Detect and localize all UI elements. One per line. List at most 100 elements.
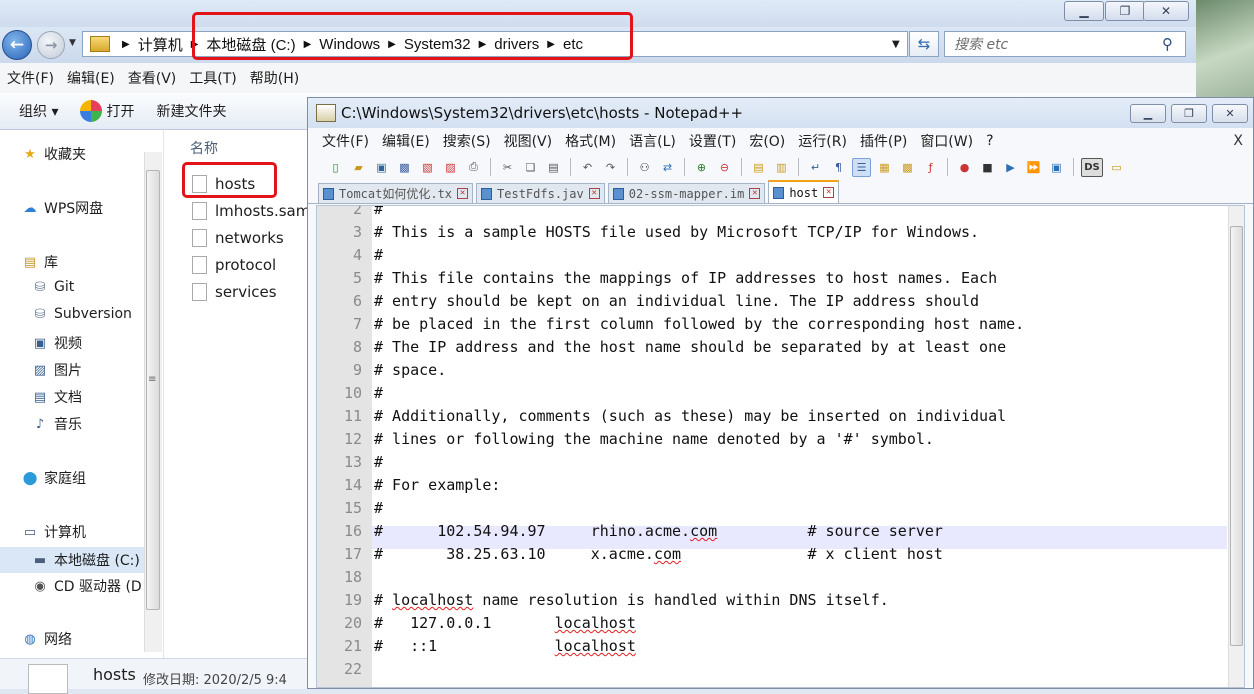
sidebar-item-cd-drive[interactable]: ◉ CD 驱动器 (D xyxy=(31,576,141,596)
tab-close-icon[interactable]: ✕ xyxy=(457,188,469,199)
sidebar-item-network[interactable]: ◍ 网络 xyxy=(21,629,72,649)
close-file-icon[interactable]: ▧ xyxy=(418,158,437,177)
word-wrap-icon[interactable]: ↵ xyxy=(806,158,825,177)
code-line[interactable]: # xyxy=(374,499,383,517)
plugin-icon[interactable]: ▭ xyxy=(1107,158,1126,177)
zoom-out-icon[interactable]: ⊖ xyxy=(715,158,734,177)
sync-horizontal-icon[interactable]: ▥ xyxy=(772,158,791,177)
sync-vertical-icon[interactable]: ▤ xyxy=(749,158,768,177)
undo-icon[interactable]: ↶ xyxy=(578,158,597,177)
menu-view[interactable]: 查看(V) xyxy=(128,68,177,88)
np-menu-format[interactable]: 格式(M) xyxy=(565,131,616,151)
function-list-icon[interactable]: ƒ xyxy=(921,158,940,177)
code-line[interactable]: # xyxy=(374,453,383,471)
code-line[interactable]: # space. xyxy=(374,361,446,379)
code-line[interactable]: # This is a sample HOSTS file used by Mi… xyxy=(374,223,979,241)
np-menu-plugins[interactable]: 插件(P) xyxy=(860,131,907,151)
code-line[interactable]: # lines or following the machine name de… xyxy=(374,430,934,448)
np-menu-file[interactable]: 文件(F) xyxy=(322,131,369,151)
sidebar-item-favorites[interactable]: ★ 收藏夹 xyxy=(21,144,86,164)
zoom-in-icon[interactable]: ⊕ xyxy=(692,158,711,177)
save-icon[interactable]: ▣ xyxy=(372,158,391,177)
stop-macro-icon[interactable]: ■ xyxy=(978,158,997,177)
code-line[interactable]: # For example: xyxy=(374,476,500,494)
menu-edit[interactable]: 编辑(E) xyxy=(67,68,115,88)
code-line[interactable]: # 38.25.63.10 x.acme.com # x client host xyxy=(374,545,943,563)
code-line[interactable]: # xyxy=(374,384,383,402)
code-line[interactable]: # entry should be kept on an individual … xyxy=(374,292,979,310)
np-close-button[interactable]: ✕ xyxy=(1212,104,1248,123)
np-menu-window[interactable]: 窗口(W) xyxy=(920,131,973,151)
tab-close-icon[interactable]: ✕ xyxy=(588,188,600,199)
redo-icon[interactable]: ↷ xyxy=(601,158,620,177)
code-line[interactable]: # The IP address and the host name shoul… xyxy=(374,338,1006,356)
refresh-button[interactable]: ⇆ xyxy=(909,31,939,57)
close-all-icon[interactable]: ▨ xyxy=(441,158,460,177)
np-menu-language[interactable]: 语言(L) xyxy=(629,131,676,151)
indent-guide-icon[interactable]: ☰ xyxy=(852,157,871,177)
show-all-chars-icon[interactable]: ¶ xyxy=(829,158,848,177)
recent-pages-dropdown[interactable]: ▼ xyxy=(69,38,76,48)
file-row-protocol[interactable]: protocol xyxy=(192,256,276,274)
open-button[interactable]: 打开 xyxy=(80,100,134,122)
np-menu-run[interactable]: 运行(R) xyxy=(798,131,847,151)
file-row-lmhosts[interactable]: lmhosts.sam xyxy=(192,202,310,220)
code-line[interactable]: # 127.0.0.1 localhost xyxy=(374,614,636,632)
save-macro-icon[interactable]: ▣ xyxy=(1047,158,1066,177)
np-menu-help[interactable]: ? xyxy=(986,133,993,149)
sidebar-item-homegroup[interactable]: ⬤ 家庭组 xyxy=(21,468,86,488)
menu-help[interactable]: 帮助(H) xyxy=(250,68,299,88)
sidebar-scroll-thumb[interactable] xyxy=(146,170,160,610)
search-input[interactable]: 搜索 etc xyxy=(944,31,1186,57)
cut-icon[interactable]: ✂ xyxy=(498,158,517,177)
sidebar-item-local-disk[interactable]: ▬ 本地磁盘 (C:) xyxy=(0,547,144,573)
minimize-button[interactable]: ▁ xyxy=(1064,1,1104,21)
np-menu-macro[interactable]: 宏(O) xyxy=(749,131,785,151)
sidebar-item-music[interactable]: ♪ 音乐 xyxy=(31,414,82,434)
doc-map-icon[interactable]: ▩ xyxy=(898,158,917,177)
search-icon[interactable]: ⚲ xyxy=(1162,35,1173,53)
file-row-networks[interactable]: networks xyxy=(192,229,284,247)
code-line[interactable]: # be placed in the first column followed… xyxy=(374,315,1024,333)
tab-ssm-mapper[interactable]: 02-ssm-mapper.im ✕ xyxy=(607,183,766,203)
tab-hosts[interactable]: host ✕ xyxy=(768,180,840,203)
lang-udl-icon[interactable]: ▦ xyxy=(875,158,894,177)
print-icon[interactable]: ⎙ xyxy=(464,158,483,177)
code-line[interactable]: # ::1 localhost xyxy=(374,637,636,655)
np-menu-edit[interactable]: 编辑(E) xyxy=(382,131,430,151)
organize-button[interactable]: 组织 ▾ xyxy=(19,101,58,121)
sidebar-item-wps[interactable]: ☁ WPS网盘 xyxy=(21,198,104,218)
np-menu-settings[interactable]: 设置(T) xyxy=(689,131,736,151)
save-all-icon[interactable]: ▩ xyxy=(395,158,414,177)
np-menu-view[interactable]: 视图(V) xyxy=(504,131,553,151)
ds-plugin-icon[interactable]: DS xyxy=(1081,157,1103,177)
np-minimize-button[interactable]: ▁ xyxy=(1130,104,1166,123)
new-folder-button[interactable]: 新建文件夹 xyxy=(156,101,226,121)
sidebar-item-library[interactable]: ▤ 库 xyxy=(21,252,58,272)
play-macro-icon[interactable]: ▶ xyxy=(1001,158,1020,177)
code-line[interactable]: # 102.54.94.97 rhino.acme.com # source s… xyxy=(374,522,943,540)
tab-tomcat[interactable]: Tomcat如何优化.tx ✕ xyxy=(318,183,474,203)
open-file-icon[interactable]: ▰ xyxy=(349,158,368,177)
sidebar-item-computer[interactable]: ▭ 计算机 xyxy=(21,522,86,542)
replace-icon[interactable]: ⇄ xyxy=(658,158,677,177)
np-menu-search[interactable]: 搜索(S) xyxy=(443,131,491,151)
close-button[interactable]: ✕ xyxy=(1143,1,1189,21)
record-macro-icon[interactable]: ● xyxy=(955,158,974,177)
address-dropdown-button[interactable]: ▼ xyxy=(892,39,900,50)
back-button[interactable]: ← xyxy=(2,30,32,60)
sidebar-item-subversion[interactable]: ⛁ Subversion xyxy=(31,306,132,322)
find-icon[interactable]: ⚇ xyxy=(635,158,654,177)
tab-close-icon[interactable]: ✕ xyxy=(749,188,761,199)
column-header-name[interactable]: 名称 xyxy=(190,138,218,158)
maximize-button[interactable]: ❐ xyxy=(1105,1,1145,21)
menu-tools[interactable]: 工具(T) xyxy=(189,68,236,88)
breadcrumb-computer[interactable]: 计算机 xyxy=(138,34,183,55)
editor-scroll-thumb[interactable] xyxy=(1230,226,1243,646)
code-line[interactable]: # xyxy=(374,206,383,218)
tab-close-icon[interactable]: ✕ xyxy=(823,187,835,198)
code-line[interactable]: # localhost name resolution is handled w… xyxy=(374,591,889,609)
code-line[interactable]: # This file contains the mappings of IP … xyxy=(374,269,997,287)
sidebar-item-documents[interactable]: ▤ 文档 xyxy=(31,387,82,407)
sidebar-item-videos[interactable]: ▣ 视频 xyxy=(31,333,82,353)
